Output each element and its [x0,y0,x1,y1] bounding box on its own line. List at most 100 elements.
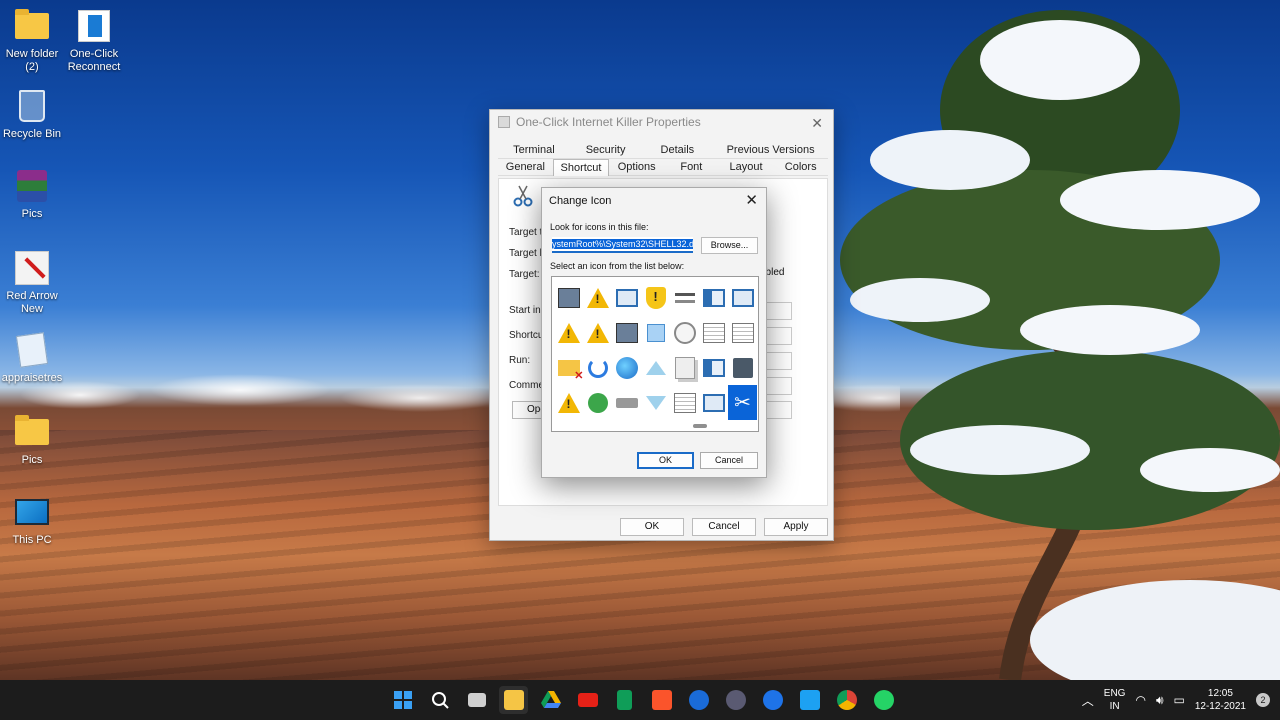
file-explorer-icon[interactable] [499,686,528,714]
icon-cell[interactable] [612,350,641,385]
icon-cell[interactable] [699,385,728,420]
search-icon[interactable] [425,686,454,714]
window-split-icon [702,288,725,307]
system-tray: ︿ ENG IN ◠ 🔊︎ ▭ 12:05 12-12-2021 2 [1082,680,1270,720]
computer-icon [557,287,580,308]
icon-cell[interactable] [612,315,641,350]
cancel-button[interactable]: Cancel [692,518,756,536]
blue-square-icon [646,323,665,342]
wifi-icon[interactable]: ◠ [1135,693,1145,707]
select-icon-label: Select an icon from the list below: [550,261,685,271]
folder-icon [15,415,49,445]
icon-cell[interactable] [554,385,583,420]
coinmarketcap-icon[interactable] [684,686,713,714]
brave-icon[interactable] [647,686,676,714]
properties-titlebar[interactable]: One-Click Internet Killer Properties [490,110,833,134]
horizontal-scrollbar[interactable] [693,424,707,428]
icon-cell[interactable] [641,350,670,385]
tab-previous-versions[interactable]: Previous Versions [713,142,828,159]
icon-cell[interactable] [583,385,612,420]
icon-cell[interactable] [554,315,583,350]
desktop-icon-appraisetres[interactable]: appraisetres [0,332,64,385]
window-icon [731,288,754,307]
tab-options[interactable]: Options [609,159,665,176]
tab-terminal[interactable]: Terminal [498,142,570,159]
icon-cell[interactable] [699,315,728,350]
tab-details[interactable]: Details [641,142,714,159]
region-code: IN [1109,701,1120,712]
apply-button[interactable]: Apply [764,518,828,536]
tab-shortcut[interactable]: Shortcut [552,159,610,176]
bst-icon[interactable] [721,686,750,714]
icon-cell[interactable]: ! [641,280,670,315]
icon-cell[interactable] [728,315,757,350]
sync-icon [587,357,608,378]
icon-file-path-input[interactable]: ystemRoot%\System32\SHELL32.dll [552,237,693,253]
cancel-button[interactable]: Cancel [700,452,758,469]
ok-button[interactable]: OK [620,518,684,536]
close-icon[interactable]: ✕ [745,191,758,209]
desktop-icon-pics-folder[interactable]: Pics [0,414,64,467]
battery-icon[interactable]: ▭ [1174,693,1185,707]
icon-cell-selected[interactable]: ✂ [728,385,757,420]
this-pc-icon [15,499,49,525]
icon-cell[interactable] [583,315,612,350]
icon-cell[interactable] [699,350,728,385]
tab-layout[interactable]: Layout [718,159,774,176]
tab-general[interactable]: General [498,159,553,176]
icon-cell[interactable] [699,280,728,315]
desktop-icon-new-folder[interactable]: New folder (2) [0,8,64,74]
document-icon [702,322,725,343]
icon-cell[interactable] [583,350,612,385]
target-label: Target: [509,269,540,280]
windows-start-icon[interactable] [388,686,417,714]
volume-icon[interactable]: 🔊︎ [1156,693,1164,708]
google-drive-icon[interactable] [536,686,565,714]
icon-cell[interactable] [554,280,583,315]
icon-cell[interactable] [612,385,641,420]
icon-cell[interactable] [670,350,699,385]
icon-cell[interactable] [728,350,757,385]
chevron-up-icon[interactable]: ︿ [1082,692,1094,709]
icon-cell[interactable] [728,280,757,315]
clock[interactable]: 12:05 12-12-2021 [1195,687,1246,713]
icon-cell[interactable] [670,280,699,315]
desktop-icon-label: Pics [21,208,43,220]
desktop-icon-one-click-reconnect[interactable]: One-Click Reconnect [62,8,126,74]
ccleaner-icon[interactable] [758,686,787,714]
ok-button[interactable]: OK [637,452,694,469]
desktop-icon-recycle-bin[interactable]: Recycle Bin [0,88,64,141]
desktop-icon-pics-archive[interactable]: Pics [0,168,64,221]
tab-security[interactable]: Security [569,142,642,159]
tab-colors[interactable]: Colors [773,159,829,176]
whatsapp-icon[interactable] [869,686,898,714]
desktop-icon-this-pc[interactable]: This PC [0,494,64,547]
wallpaper-tree [840,10,1280,680]
tab-font[interactable]: Font [664,159,719,176]
folder-icon [15,9,49,39]
task-view-icon[interactable] [462,686,491,714]
icon-cell[interactable] [670,315,699,350]
icon-cell[interactable] [670,385,699,420]
language-indicator[interactable]: ENG IN [1104,687,1126,713]
twitter-icon[interactable] [795,686,824,714]
sheets-icon[interactable] [610,686,639,714]
desktop-icon-label: appraisetres [1,372,63,384]
icon-cell[interactable] [612,280,641,315]
change-icon-dialog: Change Icon ✕ Look for icons in this fil… [541,187,767,478]
change-icon-titlebar[interactable]: Change Icon [542,188,766,213]
icon-list[interactable]: ! ✂ [551,276,759,432]
browse-button[interactable]: Browse... [701,237,758,254]
icon-cell[interactable] [583,280,612,315]
icon-cell[interactable] [641,385,670,420]
properties-title: One-Click Internet Killer Properties [516,115,701,129]
notification-badge[interactable]: 2 [1256,693,1270,707]
chrome-icon[interactable] [832,686,861,714]
warning-icon [557,322,580,343]
close-icon[interactable]: ✕ [811,115,823,132]
icon-cell[interactable] [554,350,583,385]
youtube-icon[interactable] [573,686,602,714]
desktop-icon-red-arrow[interactable]: Red Arrow New [0,250,64,316]
check-clock-icon [587,392,608,413]
icon-cell[interactable] [641,315,670,350]
